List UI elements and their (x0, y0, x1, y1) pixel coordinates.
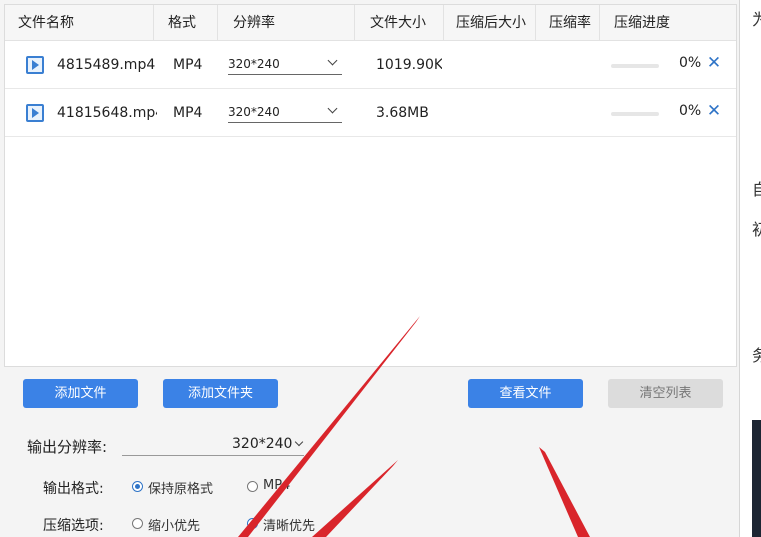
view-files-button[interactable]: 查看文件 (468, 379, 583, 408)
chevron-down-icon (327, 55, 338, 66)
progress-percent: 0% (679, 55, 702, 71)
background-text: 自 (752, 180, 761, 199)
background-text: 为 (752, 10, 761, 29)
compress-option-size-first[interactable]: 缩小优先 (148, 515, 200, 534)
output-resolution-value: 320*240 (232, 436, 293, 452)
progress-bar (611, 64, 659, 68)
video-file-icon (26, 104, 44, 122)
radio-icon[interactable] (247, 518, 258, 529)
chevron-down-icon (327, 103, 338, 114)
output-format-label: 输出格式: (43, 481, 104, 497)
background-text: 初 (752, 220, 761, 239)
resolution-dropdown[interactable]: 320*240 (228, 103, 342, 123)
format-option-mp4[interactable]: MP4 (263, 478, 290, 493)
header-filename[interactable]: 文件名称 (18, 5, 74, 41)
file-size: 3.68MB (376, 105, 429, 121)
background-dark-area (752, 420, 761, 537)
resolution-value: 320*240 (228, 57, 280, 71)
progress-percent: 0% (679, 103, 702, 119)
header-compressed-size[interactable]: 压缩后大小 (456, 5, 526, 41)
file-name: 4815489.mp4 (57, 57, 156, 73)
header-file-size[interactable]: 文件大小 (370, 5, 426, 41)
table-header: 文件名称 格式 分辨率 文件大小 压缩后大小 压缩率 压缩进度 (5, 5, 736, 41)
table-row[interactable]: 4815489.mp4 MP4 320*240 1019.90KE 0% ✕ (5, 41, 736, 89)
close-icon[interactable]: ✕ (706, 55, 722, 72)
radio-icon[interactable] (247, 481, 258, 492)
compress-option-label: 压缩选项: (43, 518, 104, 534)
file-format: MP4 (173, 57, 203, 73)
compress-option-quality-first[interactable]: 清晰优先 (263, 515, 315, 534)
file-name: 41815648.mp4 (57, 105, 157, 121)
background-text: 务 (752, 346, 761, 365)
format-option-original[interactable]: 保持原格式 (148, 478, 213, 497)
compress-ratio (549, 89, 589, 137)
add-folder-button[interactable]: 添加文件夹 (163, 379, 278, 408)
file-size: 1019.90KE (376, 57, 442, 73)
clear-list-button[interactable]: 清空列表 (608, 379, 723, 408)
video-file-icon (26, 56, 44, 74)
output-resolution-label: 输出分辨率: (27, 438, 108, 456)
compress-ratio (549, 41, 589, 89)
compressor-window: 文件名称 格式 分辨率 文件大小 压缩后大小 压缩率 压缩进度 4815489.… (0, 0, 739, 537)
header-ratio[interactable]: 压缩率 (549, 5, 591, 41)
header-format[interactable]: 格式 (168, 5, 196, 41)
table-row[interactable]: 41815648.mp4 MP4 320*240 3.68MB 0% ✕ (5, 89, 736, 137)
file-format: MP4 (173, 105, 203, 121)
header-resolution[interactable]: 分辨率 (233, 5, 275, 41)
chevron-down-icon (294, 437, 304, 447)
add-file-button[interactable]: 添加文件 (23, 379, 138, 408)
header-progress[interactable]: 压缩进度 (614, 5, 670, 41)
radio-icon[interactable] (132, 481, 143, 492)
close-icon[interactable]: ✕ (706, 103, 722, 120)
compressed-size (456, 89, 526, 137)
radio-icon[interactable] (132, 518, 143, 529)
resolution-dropdown[interactable]: 320*240 (228, 55, 342, 75)
file-table: 文件名称 格式 分辨率 文件大小 压缩后大小 压缩率 压缩进度 4815489.… (4, 4, 737, 367)
compressed-size (456, 41, 526, 89)
output-resolution-dropdown[interactable]: 320*240 (122, 435, 304, 456)
progress-bar (611, 112, 659, 116)
resolution-value: 320*240 (228, 105, 280, 119)
